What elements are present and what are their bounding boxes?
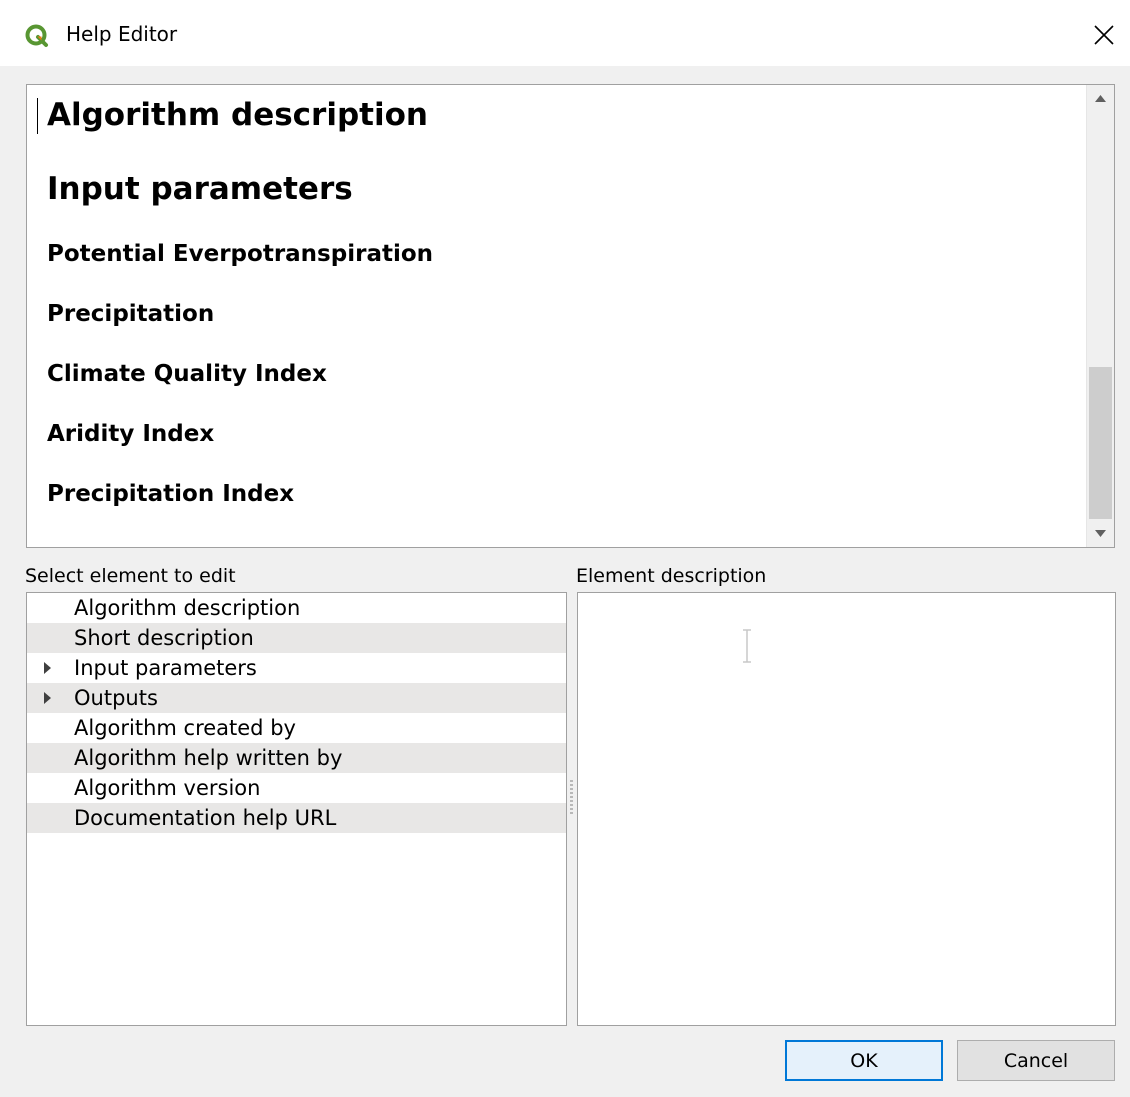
close-button[interactable] [1082,14,1126,56]
tree-item-label: Algorithm help written by [74,746,343,770]
tree-item-label: Algorithm created by [74,716,296,740]
ok-button[interactable]: OK [785,1040,943,1081]
description-label: Element description [576,565,767,587]
tree-item[interactable]: Algorithm help written by [27,743,566,773]
cancel-button[interactable]: Cancel [957,1040,1115,1081]
scroll-thumb[interactable] [1089,367,1112,519]
splitter-handle[interactable] [570,780,573,816]
element-tree[interactable]: Algorithm description Short description … [26,592,567,1026]
window-title: Help Editor [66,22,178,46]
tree-item-label: Outputs [74,686,158,710]
preview-subheading: Precipitation [47,301,215,327]
tree-item[interactable]: Short description [27,623,566,653]
expand-arrow-icon[interactable] [41,653,53,683]
preview-heading: Input parameters [47,171,353,207]
preview-subheading: Aridity Index [47,421,215,447]
tree-item-label: Input parameters [74,656,257,680]
scroll-down-button[interactable] [1087,520,1114,547]
arrow-down-icon [1095,530,1106,537]
preview-content: Algorithm description Input parameters P… [37,85,1084,547]
tree-item[interactable]: Input parameters [27,653,566,683]
expand-arrow-icon[interactable] [41,683,53,713]
help-preview[interactable]: Algorithm description Input parameters P… [26,84,1115,548]
tree-item-label: Algorithm description [74,596,301,620]
tree-item-label: Documentation help URL [74,806,337,830]
tree-item[interactable]: Outputs [27,683,566,713]
preview-subheading: Climate Quality Index [47,361,327,387]
element-description-editor[interactable] [577,592,1116,1026]
qgis-logo-icon [25,24,48,47]
close-icon [1094,25,1114,45]
text-cursor [37,98,38,134]
title-bar: Help Editor [0,0,1130,66]
preview-subheading: Potential Everpotranspiration [47,241,434,267]
scroll-up-button[interactable] [1087,85,1114,112]
arrow-up-icon [1095,95,1106,102]
tree-item[interactable]: Algorithm created by [27,713,566,743]
tree-item-label: Short description [74,626,254,650]
tree-item[interactable]: Algorithm description [27,593,566,623]
preview-scrollbar[interactable] [1086,85,1114,547]
tree-item-label: Algorithm version [74,776,261,800]
preview-heading: Algorithm description [47,97,428,133]
tree-label: Select element to edit [25,565,236,587]
text-cursor-icon [743,629,751,663]
tree-item[interactable]: Algorithm version [27,773,566,803]
tree-item[interactable]: Documentation help URL [27,803,566,833]
preview-subheading: Precipitation Index [47,481,295,507]
